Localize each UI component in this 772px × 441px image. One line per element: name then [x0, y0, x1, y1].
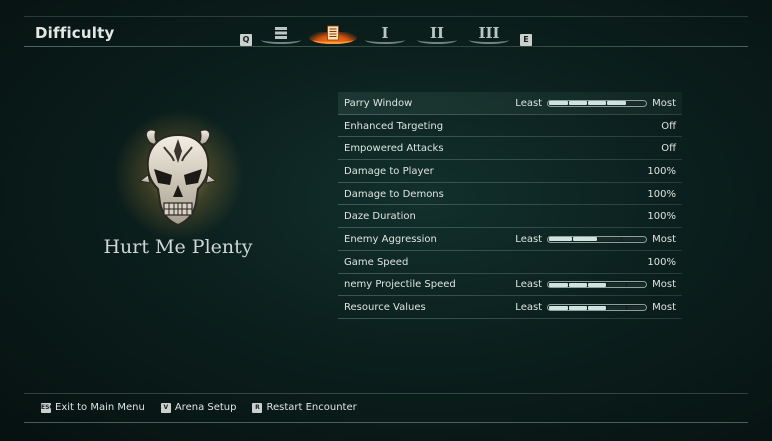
settings-list: Parry Window Least Most Enhanced Targeting O… [338, 92, 682, 319]
demon-skull-icon [138, 129, 218, 227]
setting-slider[interactable]: Least Most [515, 279, 676, 290]
setting-label: Damage to Demons [344, 188, 444, 200]
slider-segment [587, 305, 607, 310]
header-top-divider [24, 16, 748, 17]
slider-segment [568, 305, 587, 310]
book-icon [327, 25, 339, 41]
footer-bottom-divider [24, 422, 748, 423]
slider-max-label: Most [652, 233, 676, 245]
tab-label: II [429, 24, 445, 42]
tab-stack[interactable] [259, 22, 303, 44]
tab-label: III [478, 24, 500, 42]
setting-label: Resource Values [344, 302, 426, 314]
setting-row[interactable]: Damage to Demons 100% [338, 183, 682, 206]
footer-label: Restart Encounter [266, 402, 357, 413]
difficulty-emblem [128, 125, 228, 235]
setting-row[interactable]: Daze Duration 100% [338, 205, 682, 228]
slider-segment [587, 282, 607, 287]
setting-slider[interactable]: Least Most [515, 98, 676, 109]
slider-segment [626, 101, 646, 106]
v-key: V [160, 402, 171, 413]
setting-label: nemy Projectile Speed [344, 279, 456, 291]
slider-segment [607, 101, 626, 106]
setting-row[interactable]: Enhanced Targeting Off [338, 115, 682, 138]
setting-label: Damage to Player [344, 165, 434, 177]
setting-value: 100% [647, 256, 676, 268]
slider-min-label: Least [515, 233, 543, 245]
slider-segment [568, 101, 587, 106]
tab-1[interactable]: I [363, 22, 407, 44]
slider-segment [549, 282, 568, 287]
esc-key: ESC [41, 402, 54, 413]
stack-icon [275, 27, 287, 39]
next-tab-key[interactable]: E [520, 34, 532, 46]
footer-actions: ESC Exit to Main Menu V Arena Setup R Re… [41, 402, 357, 413]
slider-segment [568, 282, 587, 287]
setting-label: Game Speed [344, 256, 409, 268]
footer-label: Arena Setup [174, 402, 237, 413]
slider-segment [549, 101, 568, 106]
setting-row[interactable]: Resource Values Least Most [338, 296, 682, 319]
slider-track[interactable] [547, 281, 648, 289]
r-key: R [252, 402, 263, 413]
slider-track[interactable] [547, 304, 648, 312]
slider-segment [621, 237, 646, 242]
setting-value: Off [661, 120, 676, 132]
slider-segment [549, 305, 568, 310]
slider-max-label: Most [652, 279, 676, 291]
setting-value: 100% [647, 211, 676, 223]
setting-slider[interactable]: Least Most [515, 302, 676, 313]
header-divider [24, 46, 748, 47]
slider-min-label: Least [515, 279, 543, 291]
arena-setup-button[interactable]: V Arena Setup [160, 402, 237, 413]
setting-label: Daze Duration [344, 211, 416, 223]
slider-track[interactable] [547, 235, 648, 243]
setting-row[interactable]: Parry Window Least Most [338, 92, 682, 115]
setting-label: Empowered Attacks [344, 143, 444, 155]
slider-max-label: Most [652, 302, 676, 314]
setting-slider[interactable]: Least Most [515, 234, 676, 245]
setting-row[interactable]: Damage to Player 100% [338, 160, 682, 183]
setting-row[interactable]: Enemy Aggression Least Most [338, 228, 682, 251]
slider-segment [626, 305, 646, 310]
page-title: Difficulty [35, 24, 115, 42]
slider-segment [607, 282, 626, 287]
setting-label: Enhanced Targeting [344, 120, 444, 132]
exit-to-main-menu-button[interactable]: ESC Exit to Main Menu [41, 402, 145, 413]
prev-tab-key[interactable]: Q [240, 34, 252, 46]
tab-label: I [381, 24, 389, 42]
setting-value: 100% [647, 165, 676, 177]
setting-row[interactable]: nemy Projectile Speed Least Most [338, 274, 682, 297]
setting-row[interactable]: Empowered Attacks Off [338, 137, 682, 160]
slider-min-label: Least [515, 302, 543, 314]
slider-segment [573, 237, 597, 242]
slider-segment [549, 237, 573, 242]
setting-label: Enemy Aggression [344, 233, 437, 245]
slider-segment [597, 237, 621, 242]
tab-book[interactable] [309, 22, 357, 44]
footer-label: Exit to Main Menu [55, 402, 145, 413]
slider-track[interactable] [547, 99, 648, 107]
slider-segment [626, 282, 646, 287]
setting-label: Parry Window [344, 97, 413, 109]
slider-segment [607, 305, 626, 310]
slider-min-label: Least [515, 97, 543, 109]
difficulty-name: Hurt Me Plenty [103, 236, 253, 258]
tab-2[interactable]: II [415, 22, 459, 44]
restart-encounter-button[interactable]: R Restart Encounter [252, 402, 357, 413]
setting-value: Off [661, 143, 676, 155]
tab-3[interactable]: III [467, 22, 511, 44]
setting-row[interactable]: Game Speed 100% [338, 251, 682, 274]
slider-max-label: Most [652, 97, 676, 109]
footer-divider [24, 393, 748, 394]
setting-value: 100% [647, 188, 676, 200]
slider-segment [587, 101, 607, 106]
